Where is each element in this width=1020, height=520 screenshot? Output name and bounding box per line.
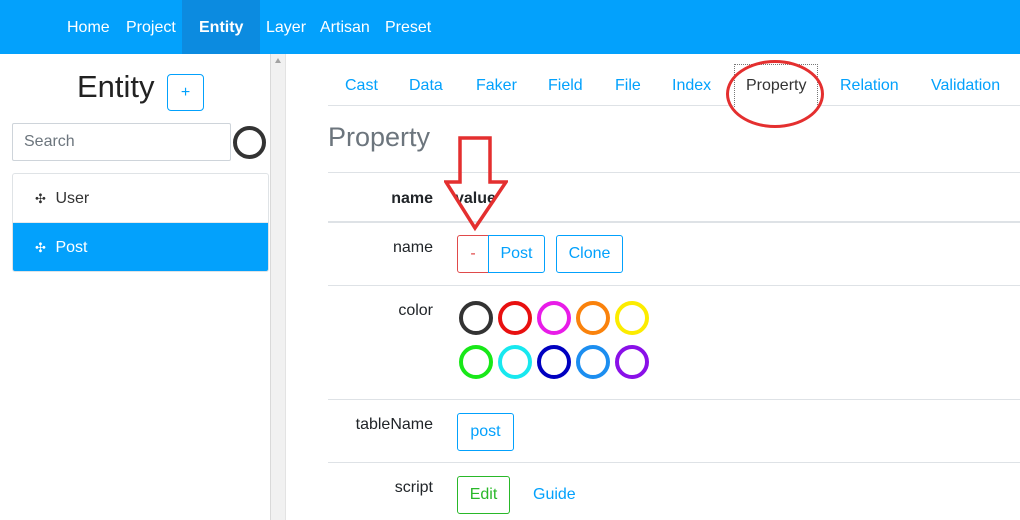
clone-button[interactable]: Clone (556, 235, 623, 273)
tab-property[interactable]: Property (734, 64, 819, 107)
color-swatch[interactable] (537, 301, 571, 335)
pane-scrollbar[interactable] (270, 54, 286, 520)
row-key-color: color (398, 302, 433, 319)
property-table: name value name - Post Clone color table… (328, 172, 1020, 520)
move-icon: ✣ (35, 240, 46, 255)
add-entity-button[interactable]: + (167, 74, 204, 111)
row-key-tablename: tableName (355, 416, 433, 433)
tab-file[interactable]: File (615, 64, 641, 106)
tab-data[interactable]: Data (409, 64, 443, 106)
edit-script-button[interactable]: Edit (457, 476, 510, 514)
color-swatch[interactable] (459, 345, 493, 379)
row-key-name: name (392, 239, 433, 256)
table-divider (328, 399, 1020, 400)
sidebar-title: Entity (77, 69, 155, 104)
list-item-label: Post (55, 239, 88, 256)
nav-entity[interactable]: Entity (182, 0, 261, 54)
list-item-post[interactable]: ✣ Post (13, 223, 268, 271)
table-divider (328, 462, 1020, 463)
tab-field[interactable]: Field (548, 64, 583, 106)
name-value-button[interactable]: Post (488, 235, 545, 273)
tab-bar: Cast Data Faker Field File Index Propert… (328, 64, 1020, 107)
header-name: name (391, 190, 433, 207)
nav-artisan[interactable]: Artisan (312, 0, 378, 54)
scroll-up-icon[interactable] (275, 58, 281, 63)
color-swatch[interactable] (459, 301, 493, 335)
nav-preset[interactable]: Preset (377, 0, 439, 54)
move-icon: ✣ (35, 191, 46, 206)
loading-spinner-icon (233, 126, 266, 159)
tab-cast[interactable]: Cast (345, 64, 378, 106)
color-swatch[interactable] (537, 345, 571, 379)
remove-button[interactable]: - (457, 235, 489, 273)
header-value: value (455, 190, 496, 207)
list-item-user[interactable]: ✣ User (13, 174, 268, 223)
search-input[interactable] (12, 123, 231, 161)
tab-index[interactable]: Index (672, 64, 711, 106)
tab-validation[interactable]: Validation (931, 64, 1000, 106)
entity-list: ✣ User ✣ Post (12, 173, 269, 272)
color-swatch[interactable] (576, 345, 610, 379)
table-divider (328, 285, 1020, 286)
tablename-value-button[interactable]: post (457, 413, 514, 451)
table-divider (328, 172, 1020, 173)
table-divider (328, 221, 1020, 223)
tab-faker[interactable]: Faker (476, 64, 517, 106)
list-item-label: User (55, 190, 90, 207)
top-navbar: Home Project Entity Layer Artisan Preset (0, 0, 1020, 54)
color-swatch[interactable] (498, 345, 532, 379)
page-title: Property (328, 122, 431, 152)
guide-link[interactable]: Guide (533, 486, 576, 504)
nav-project[interactable]: Project (118, 0, 184, 54)
color-swatch[interactable] (576, 301, 610, 335)
color-swatch[interactable] (615, 301, 649, 335)
nav-home[interactable]: Home (59, 0, 118, 54)
color-swatch[interactable] (615, 345, 649, 379)
color-swatch[interactable] (498, 301, 532, 335)
tab-relation[interactable]: Relation (840, 64, 899, 106)
row-key-script: script (394, 479, 433, 496)
nav-layer[interactable]: Layer (258, 0, 314, 54)
